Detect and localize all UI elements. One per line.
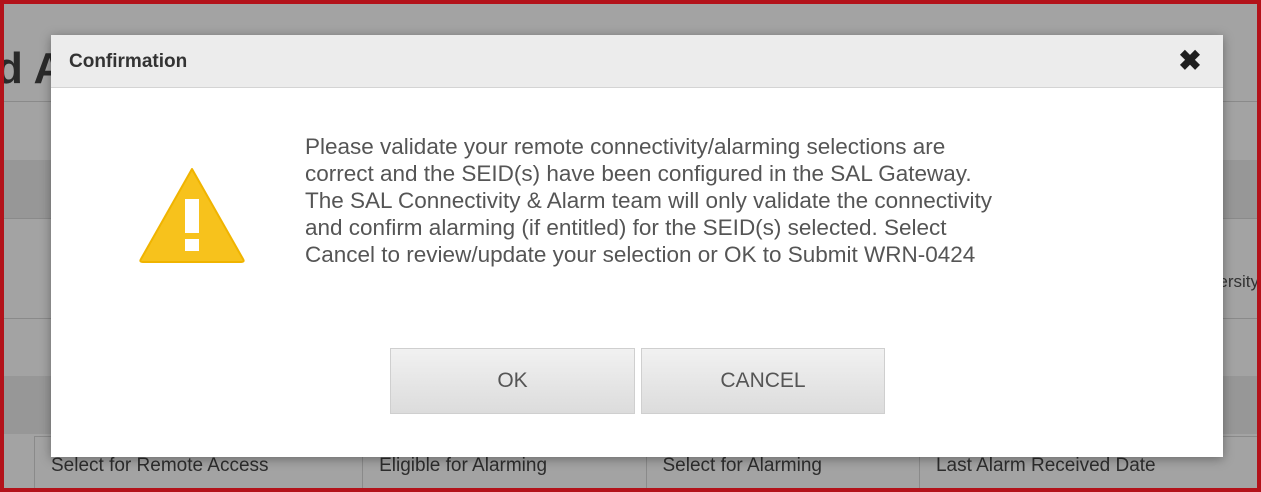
- dialog-title: Confirmation: [69, 51, 188, 72]
- dialog-header: Confirmation ✖: [51, 35, 1223, 88]
- message-line: Please validate your remote connectivity…: [305, 134, 946, 159]
- background-cell-text: ersity: [1218, 272, 1257, 291]
- message-line: The SAL Connectivity & Alarm team will o…: [305, 188, 992, 213]
- message-line: and confirm alarming (if entitled) for t…: [305, 215, 947, 240]
- message-line: correct and the SEID(s) have been config…: [305, 161, 972, 186]
- dialog-message: Please validate your remote connectivity…: [305, 133, 1175, 268]
- close-icon[interactable]: ✖: [1177, 47, 1203, 75]
- message-line: Cancel to review/update your selection o…: [305, 242, 976, 267]
- cancel-button[interactable]: CANCEL: [641, 348, 885, 414]
- confirmation-dialog: Confirmation ✖ Please validate your remo…: [51, 35, 1223, 457]
- warning-triangle-icon: [139, 168, 245, 263]
- ok-button[interactable]: OK: [390, 348, 635, 414]
